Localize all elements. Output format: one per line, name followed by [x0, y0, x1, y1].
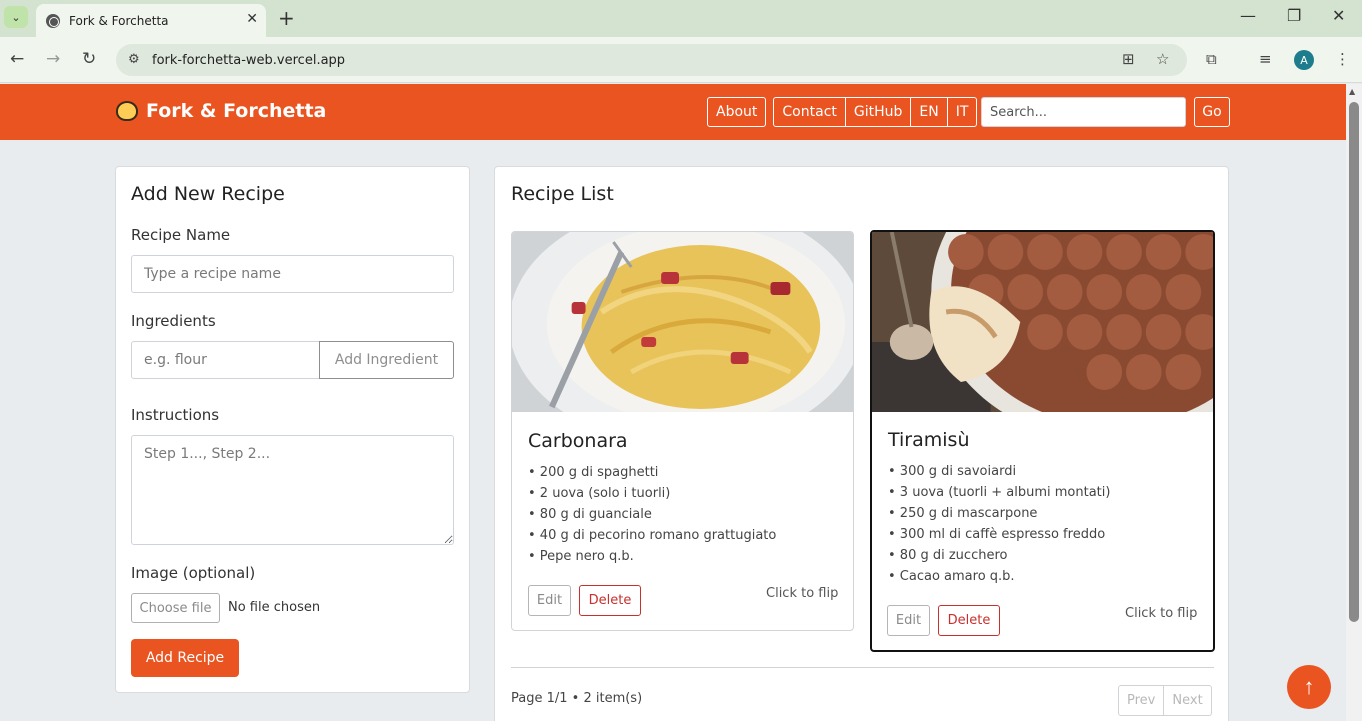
pot-logo-icon	[116, 101, 138, 121]
instructions-textarea[interactable]	[131, 435, 454, 545]
list-item: • 80 g di zucchero	[888, 548, 1008, 563]
arrow-up-icon: ↑	[1303, 674, 1315, 699]
add-ingredient-button[interactable]: Add Ingredient	[319, 341, 454, 379]
globe-icon	[46, 13, 60, 28]
delete-button[interactable]: Delete	[579, 585, 641, 616]
close-icon[interactable]: ✕	[246, 11, 258, 27]
list-item: • 200 g di spaghetti	[528, 465, 659, 480]
pagination: Prev Next	[1118, 685, 1212, 716]
address-bar[interactable]: ⚙ fork-forchetta-web.vercel.app ⊞ ☆	[116, 44, 1187, 76]
tab-search-button[interactable]: ⌄	[4, 6, 28, 28]
browser-tab-strip: ⌄ Fork & Forchetta ✕ + — ❐ ✕	[0, 0, 1362, 37]
forward-icon[interactable]: →	[46, 49, 60, 69]
form-title: Add New Recipe	[131, 183, 285, 205]
search-go-button[interactable]: Go	[1194, 97, 1230, 127]
page-scrollbar[interactable]: ▲	[1346, 84, 1362, 721]
ingredient-list: • 300 g di savoiardi • 3 uova (tuorli + …	[888, 461, 1110, 587]
lang-it-button[interactable]: IT	[947, 97, 978, 127]
translate-icon[interactable]: ⊞	[1122, 50, 1135, 68]
close-window-icon[interactable]: ✕	[1332, 6, 1345, 25]
more-menu-icon[interactable]: ⋮	[1335, 50, 1350, 68]
recipe-name: Carbonara	[528, 430, 628, 452]
list-item: • 3 uova (tuorli + albumi montati)	[888, 485, 1111, 500]
tab-title: Fork & Forchetta	[69, 13, 169, 28]
recipe-card-carbonara[interactable]: Carbonara • 200 g di spaghetti • 2 uova …	[511, 231, 854, 631]
minimize-icon[interactable]: —	[1240, 6, 1256, 25]
profile-avatar[interactable]: A	[1294, 50, 1314, 70]
add-recipe-card: Add New Recipe Recipe Name Ingredients A…	[115, 166, 470, 693]
chevron-down-icon: ⌄	[11, 10, 21, 24]
media-control-icon[interactable]: ≡	[1259, 50, 1272, 68]
nav-links: About Contact GitHub EN IT	[707, 97, 978, 127]
list-item: • 2 uova (solo i tuorli)	[528, 486, 671, 501]
flip-hint: Click to flip	[1125, 606, 1198, 621]
edit-button[interactable]: Edit	[887, 605, 930, 636]
ingredient-list: • 200 g di spaghetti • 2 uova (solo i tu…	[528, 462, 776, 567]
browser-tab[interactable]: Fork & Forchetta ✕	[36, 4, 266, 37]
recipe-list-card: Recipe List Carbonara • 200 g di spaghet…	[494, 166, 1229, 721]
brand-name: Fork & Forchetta	[146, 100, 327, 122]
extensions-icon[interactable]: ⧉	[1206, 50, 1217, 68]
nav-contact-link[interactable]: Contact	[773, 97, 846, 127]
recipe-name: Tiramisù	[888, 429, 970, 451]
site-info-icon[interactable]: ⚙	[128, 52, 140, 67]
list-title: Recipe List	[511, 183, 614, 205]
lang-en-button[interactable]: EN	[911, 97, 948, 127]
nav-github-link[interactable]: GitHub	[845, 97, 912, 127]
site-navbar: Fork & Forchetta About Contact GitHub EN…	[0, 84, 1346, 140]
ingredients-label: Ingredients	[131, 312, 216, 330]
reload-icon[interactable]: ↻	[82, 49, 96, 69]
carbonara-image	[512, 232, 853, 412]
image-label: Image (optional)	[131, 564, 256, 582]
pagination-info: Page 1/1 • 2 item(s)	[511, 691, 643, 706]
ingredient-input[interactable]	[131, 341, 320, 379]
tiramisu-image	[872, 232, 1213, 412]
restore-icon[interactable]: ❐	[1287, 6, 1301, 25]
scroll-to-top-button[interactable]: ↑	[1287, 665, 1331, 709]
next-page-button[interactable]: Next	[1164, 685, 1212, 716]
list-item: • 80 g di guanciale	[528, 507, 652, 522]
list-item: • 300 g di savoiardi	[888, 464, 1017, 479]
nav-about-link[interactable]: About	[707, 97, 767, 127]
choose-file-button[interactable]: Choose file	[131, 593, 220, 623]
bookmark-star-icon[interactable]: ☆	[1156, 50, 1169, 68]
recipe-card-tiramisu[interactable]: Tiramisù • 300 g di savoiardi • 3 uova (…	[870, 230, 1215, 652]
recipe-name-label: Recipe Name	[131, 226, 231, 244]
instructions-label: Instructions	[131, 406, 220, 424]
scroll-up-icon[interactable]: ▲	[1349, 87, 1355, 96]
list-item: • Pepe nero q.b.	[528, 549, 634, 564]
list-item: • 40 g di pecorino romano grattugiato	[528, 528, 777, 543]
divider	[511, 667, 1214, 668]
search-input[interactable]	[981, 97, 1186, 127]
delete-button[interactable]: Delete	[938, 605, 1000, 636]
back-icon[interactable]: ←	[10, 49, 24, 69]
browser-toolbar: ← → ↻ ⚙ fork-forchetta-web.vercel.app ⊞ …	[0, 37, 1362, 83]
brand[interactable]: Fork & Forchetta	[116, 100, 326, 122]
list-item: • 250 g di mascarpone	[888, 506, 1038, 521]
prev-page-button[interactable]: Prev	[1118, 685, 1165, 716]
flip-hint: Click to flip	[766, 586, 839, 601]
add-recipe-button[interactable]: Add Recipe	[131, 639, 239, 677]
new-tab-button[interactable]: +	[278, 6, 295, 30]
list-item: • Cacao amaro q.b.	[888, 569, 1015, 584]
recipe-name-input[interactable]	[131, 255, 454, 293]
list-item: • 300 ml di caffè espresso freddo	[888, 527, 1106, 542]
file-status: No file chosen	[228, 600, 321, 615]
edit-button[interactable]: Edit	[528, 585, 571, 616]
url-text: fork-forchetta-web.vercel.app	[152, 52, 346, 68]
scroll-thumb[interactable]	[1349, 102, 1359, 622]
